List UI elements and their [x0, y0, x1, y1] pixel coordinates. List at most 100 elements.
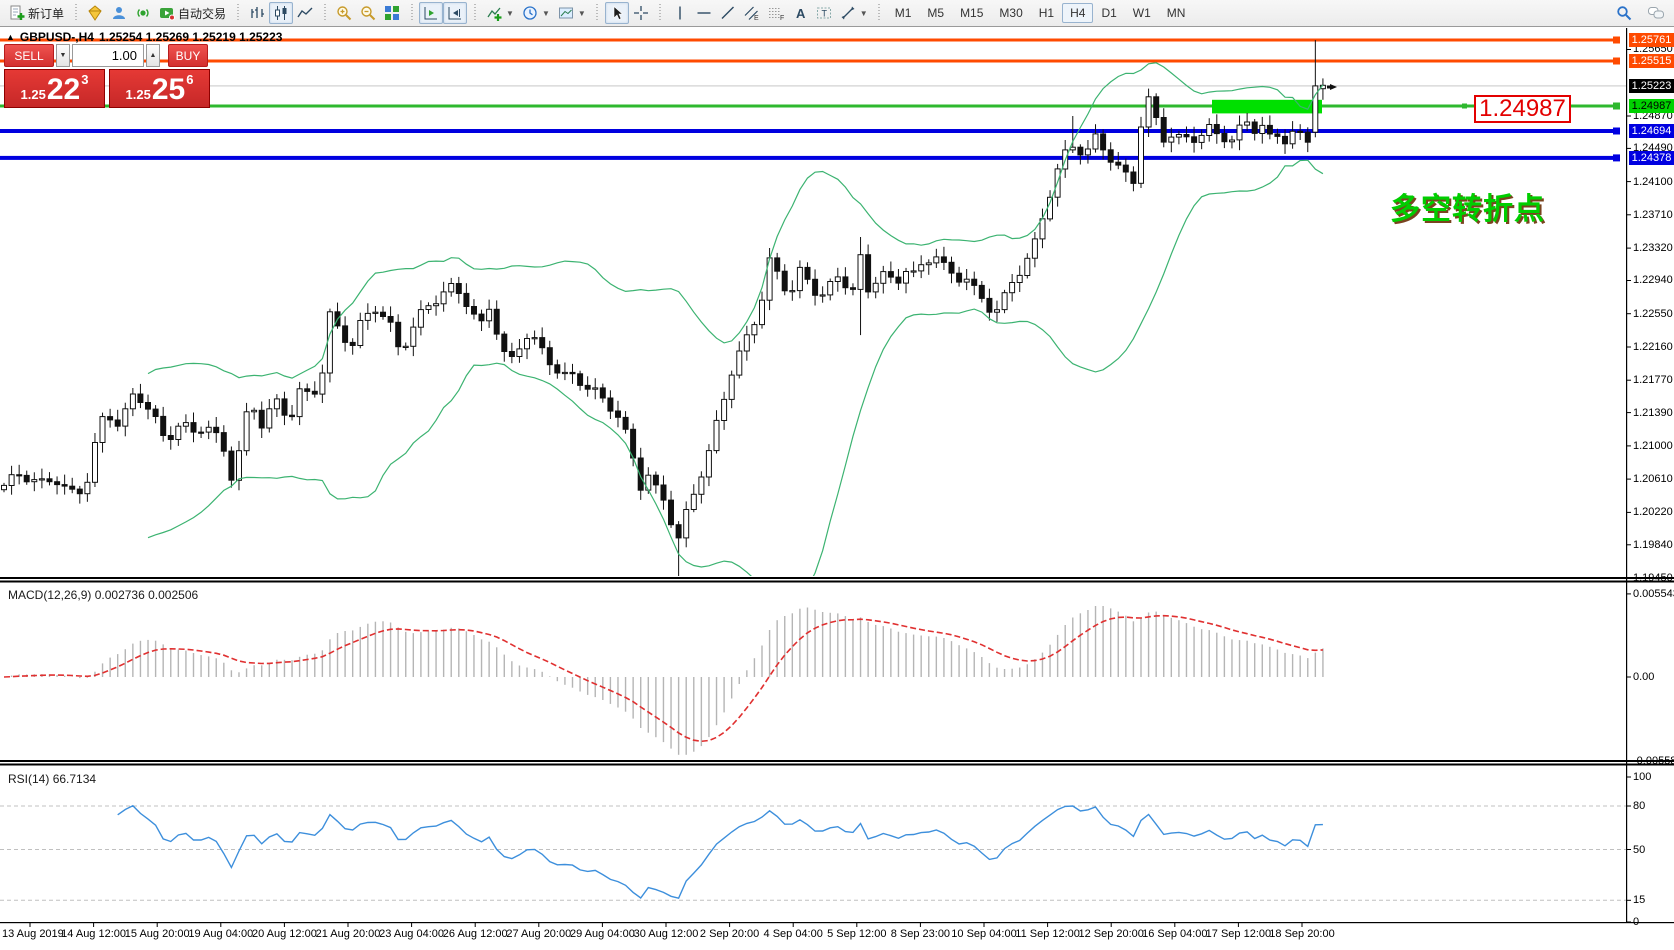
buy-price-big: 25 — [152, 75, 185, 105]
ohlc-values: 1.25254 1.25269 1.25219 1.25223 — [99, 30, 283, 44]
toolbar: 新订单 自动交易 ▼ ▼ ▼ E FAT ▼ M1M5M15M30H1H4D1W1MN — [0, 0, 1674, 27]
buy-price-display[interactable]: 1.25 25 6 — [109, 69, 210, 108]
sell-price-display[interactable]: 1.25 22 3 — [4, 69, 105, 108]
channel-button[interactable]: E — [740, 2, 764, 24]
labelT-icon: T — [816, 5, 832, 21]
timeframe-h1-button[interactable]: H1 — [1031, 3, 1062, 23]
timeframe-h4-button[interactable]: H4 — [1062, 3, 1093, 23]
periods-button[interactable]: ▼ — [518, 2, 554, 24]
chart-canvas[interactable] — [0, 28, 1674, 950]
candle-chart-button[interactable] — [269, 2, 293, 24]
fibonacci-button[interactable]: F — [764, 2, 788, 24]
crosshair-icon — [633, 5, 649, 21]
shift-icon — [447, 5, 463, 21]
horizontal-line-button[interactable] — [692, 2, 716, 24]
time-axis-label: 4 Sep 04:00 — [764, 928, 823, 940]
channel-icon: E — [744, 5, 760, 21]
time-axis-label: 16 Sep 04:00 — [1142, 928, 1207, 940]
price-callout-label[interactable]: 1.24987 — [1474, 95, 1571, 123]
text-button[interactable]: A — [788, 2, 812, 24]
timeframe-d1-button[interactable]: D1 — [1093, 3, 1124, 23]
dropdown-arrow-icon[interactable]: ▼ — [860, 9, 868, 18]
new-order-button[interactable]: 新订单 — [5, 2, 68, 24]
price-axis-tick: 1.20610 — [1633, 473, 1673, 485]
time-axis-label: 10 Sep 04:00 — [951, 928, 1016, 940]
chart-note-text[interactable]: 多空转折点 — [1390, 184, 1545, 228]
autotrading-button[interactable]: 自动交易 — [155, 2, 230, 24]
trendline-button[interactable] — [716, 2, 740, 24]
sell-price-pip: 3 — [81, 72, 88, 87]
macd-axis-tick: 0.005543 — [1633, 588, 1674, 600]
line-chart-button[interactable] — [293, 2, 317, 24]
bar-chart-button[interactable] — [245, 2, 269, 24]
price-axis-tick: 1.19450 — [1633, 572, 1673, 584]
crystal-icon — [87, 5, 103, 21]
dropdown-arrow-icon[interactable]: ▼ — [542, 9, 550, 18]
time-axis-label: 13 Aug 2019 — [2, 928, 64, 940]
volume-decrease-button[interactable]: ▼ — [56, 44, 70, 67]
price-axis-tick: 1.19840 — [1633, 539, 1673, 551]
time-axis-label: 18 Sep 20:00 — [1269, 928, 1334, 940]
vertical-line-button[interactable] — [668, 2, 692, 24]
price-axis-badge: 1.24378 — [1629, 151, 1674, 165]
price-axis-tick: 1.20220 — [1633, 506, 1673, 518]
price-axis-badge: 1.25223 — [1629, 79, 1674, 93]
tile-windows-button[interactable] — [380, 2, 404, 24]
toolbar-separator — [658, 4, 663, 22]
new-order-button-label: 新订单 — [28, 5, 64, 22]
rsi-axis-tick: 80 — [1633, 800, 1645, 812]
crosshair-button[interactable] — [629, 2, 653, 24]
styles-button[interactable] — [83, 2, 107, 24]
cursor-button[interactable] — [605, 2, 629, 24]
dropdown-arrow-icon[interactable]: ▼ — [506, 9, 514, 18]
templates-button[interactable]: ▼ — [554, 2, 590, 24]
time-axis-label: 12 Sep 20:00 — [1078, 928, 1143, 940]
indicators-button[interactable]: ▼ — [482, 2, 518, 24]
tile-icon — [384, 5, 400, 21]
chat-icon[interactable] — [1644, 2, 1668, 24]
signals-button[interactable] — [131, 2, 155, 24]
volume-increase-button[interactable]: ▲ — [146, 44, 160, 67]
tline-icon — [720, 5, 736, 21]
fibo-icon: F — [768, 5, 784, 21]
timeframe-m1-button[interactable]: M1 — [887, 3, 920, 23]
timeframe-w1-button[interactable]: W1 — [1125, 3, 1159, 23]
dropdown-arrow-icon[interactable]: ▼ — [578, 9, 586, 18]
price-axis-tick: 1.21390 — [1633, 407, 1673, 419]
rsi-label: RSI(14) 66.7134 — [8, 772, 96, 786]
timeframe-m5-button[interactable]: M5 — [919, 3, 952, 23]
label-button[interactable]: T — [812, 2, 836, 24]
timeframe-mn-button[interactable]: MN — [1159, 3, 1194, 23]
timeframe-m30-button[interactable]: M30 — [991, 3, 1030, 23]
toolbar-separator — [409, 4, 414, 22]
volume-input[interactable] — [72, 44, 144, 67]
arrows-button[interactable]: ▼ — [836, 2, 872, 24]
toolbar-separator — [322, 4, 327, 22]
auto-scroll-button[interactable] — [419, 2, 443, 24]
svg-text:E: E — [754, 15, 759, 21]
profiles-button[interactable] — [107, 2, 131, 24]
zoom-out-button[interactable] — [356, 2, 380, 24]
price-axis-tick: 1.21770 — [1633, 374, 1673, 386]
toolbar-separator — [73, 4, 78, 22]
search-icon[interactable] — [1612, 2, 1636, 24]
time-axis-label: 15 Aug 20:00 — [125, 928, 190, 940]
time-axis-label: 5 Sep 12:00 — [827, 928, 886, 940]
chart-shift-button[interactable] — [443, 2, 467, 24]
price-axis-badge: 1.25515 — [1629, 54, 1674, 68]
autotrade-icon — [159, 5, 175, 21]
chart-area[interactable]: ▲ GBPUSD-,H4 1.25254 1.25269 1.25219 1.2… — [0, 28, 1674, 950]
chart-title: ▲ GBPUSD-,H4 1.25254 1.25269 1.25219 1.2… — [6, 30, 282, 44]
svg-text:F: F — [780, 15, 784, 21]
hline-icon — [696, 5, 712, 21]
timeframe-m15-button[interactable]: M15 — [952, 3, 991, 23]
clock-icon — [522, 5, 538, 21]
arrows-icon — [840, 5, 856, 21]
zoom-in-button[interactable] — [332, 2, 356, 24]
collapse-panel-icon[interactable]: ▲ — [6, 32, 15, 42]
buy-price-prefix: 1.25 — [126, 87, 151, 102]
price-axis-badge: 1.24987 — [1629, 99, 1674, 113]
buy-button[interactable]: BUY — [168, 44, 208, 67]
sell-button[interactable]: SELL — [4, 44, 54, 67]
rsi-axis-tick: 100 — [1633, 771, 1651, 783]
